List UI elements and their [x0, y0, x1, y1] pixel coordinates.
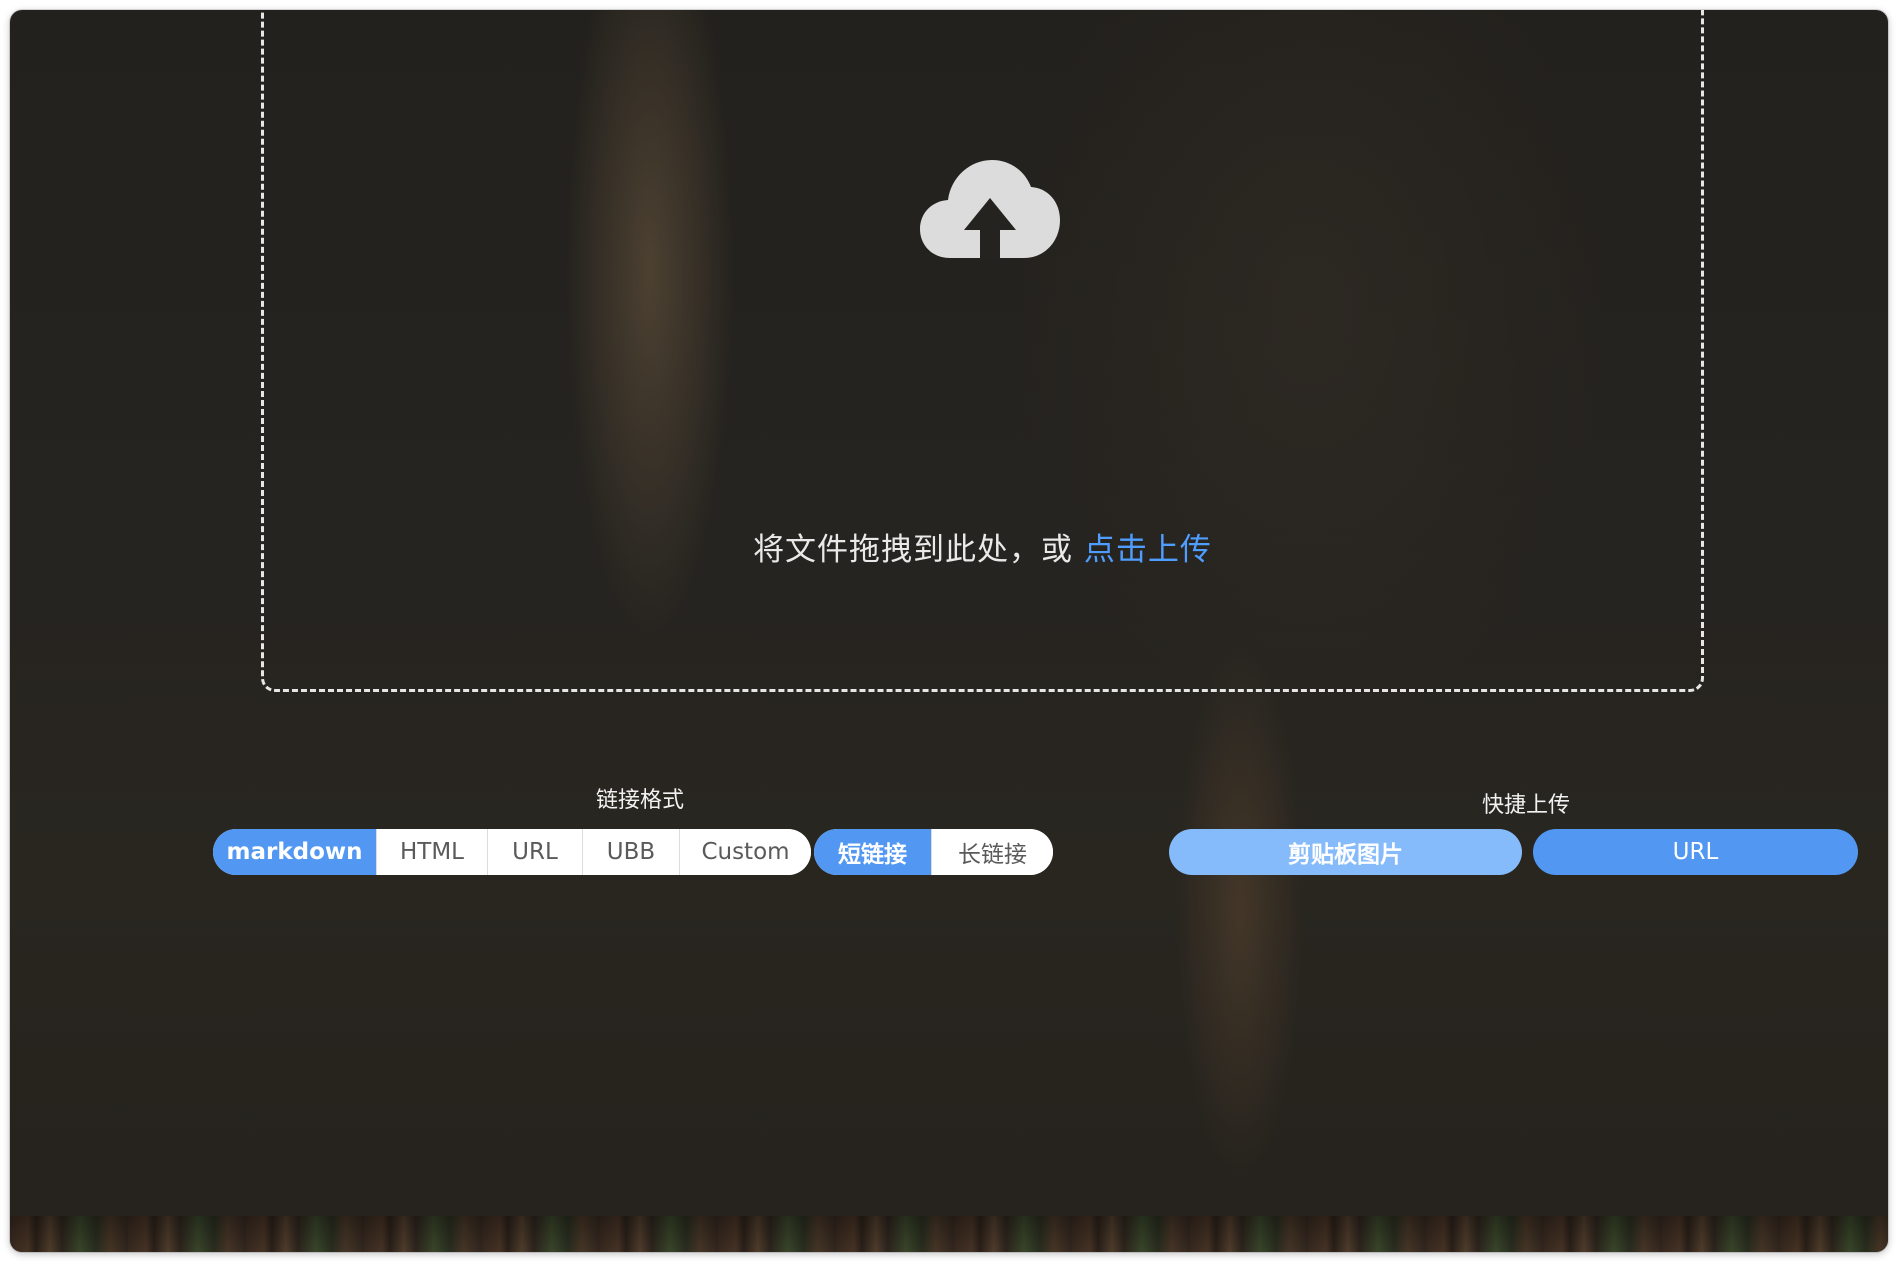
link-format-selector: markdown HTML URL UBB Custom: [213, 829, 811, 875]
cloud-upload-icon[interactable]: [918, 150, 1062, 260]
clipboard-image-button[interactable]: 剪贴板图片: [1169, 829, 1522, 875]
url-upload-button[interactable]: URL: [1533, 829, 1858, 875]
dropzone-prompt-text: 将文件拖拽到此处，或: [753, 532, 1074, 568]
format-html-button[interactable]: HTML: [376, 829, 487, 875]
long-link-button[interactable]: 长链接: [931, 829, 1053, 875]
app-window: 将文件拖拽到此处，或 点击上传 链接格式 markdown HTML URL U…: [10, 10, 1888, 1252]
click-upload-link[interactable]: 点击上传: [1084, 532, 1212, 568]
format-ubb-button[interactable]: UBB: [582, 829, 679, 875]
short-link-button[interactable]: 短链接: [814, 829, 931, 875]
upload-dropzone[interactable]: 将文件拖拽到此处，或 点击上传: [261, 10, 1704, 692]
link-format-label: 链接格式: [595, 788, 684, 813]
background-image-strip: [10, 1216, 1888, 1252]
format-url-button[interactable]: URL: [487, 829, 582, 875]
format-custom-button[interactable]: Custom: [679, 829, 811, 875]
format-markdown-button[interactable]: markdown: [213, 829, 376, 875]
dropzone-prompt: 将文件拖拽到此处，或 点击上传: [264, 524, 1701, 569]
quick-upload-label: 快捷上传: [1481, 793, 1570, 818]
link-length-selector: 短链接 长链接: [814, 829, 1053, 875]
